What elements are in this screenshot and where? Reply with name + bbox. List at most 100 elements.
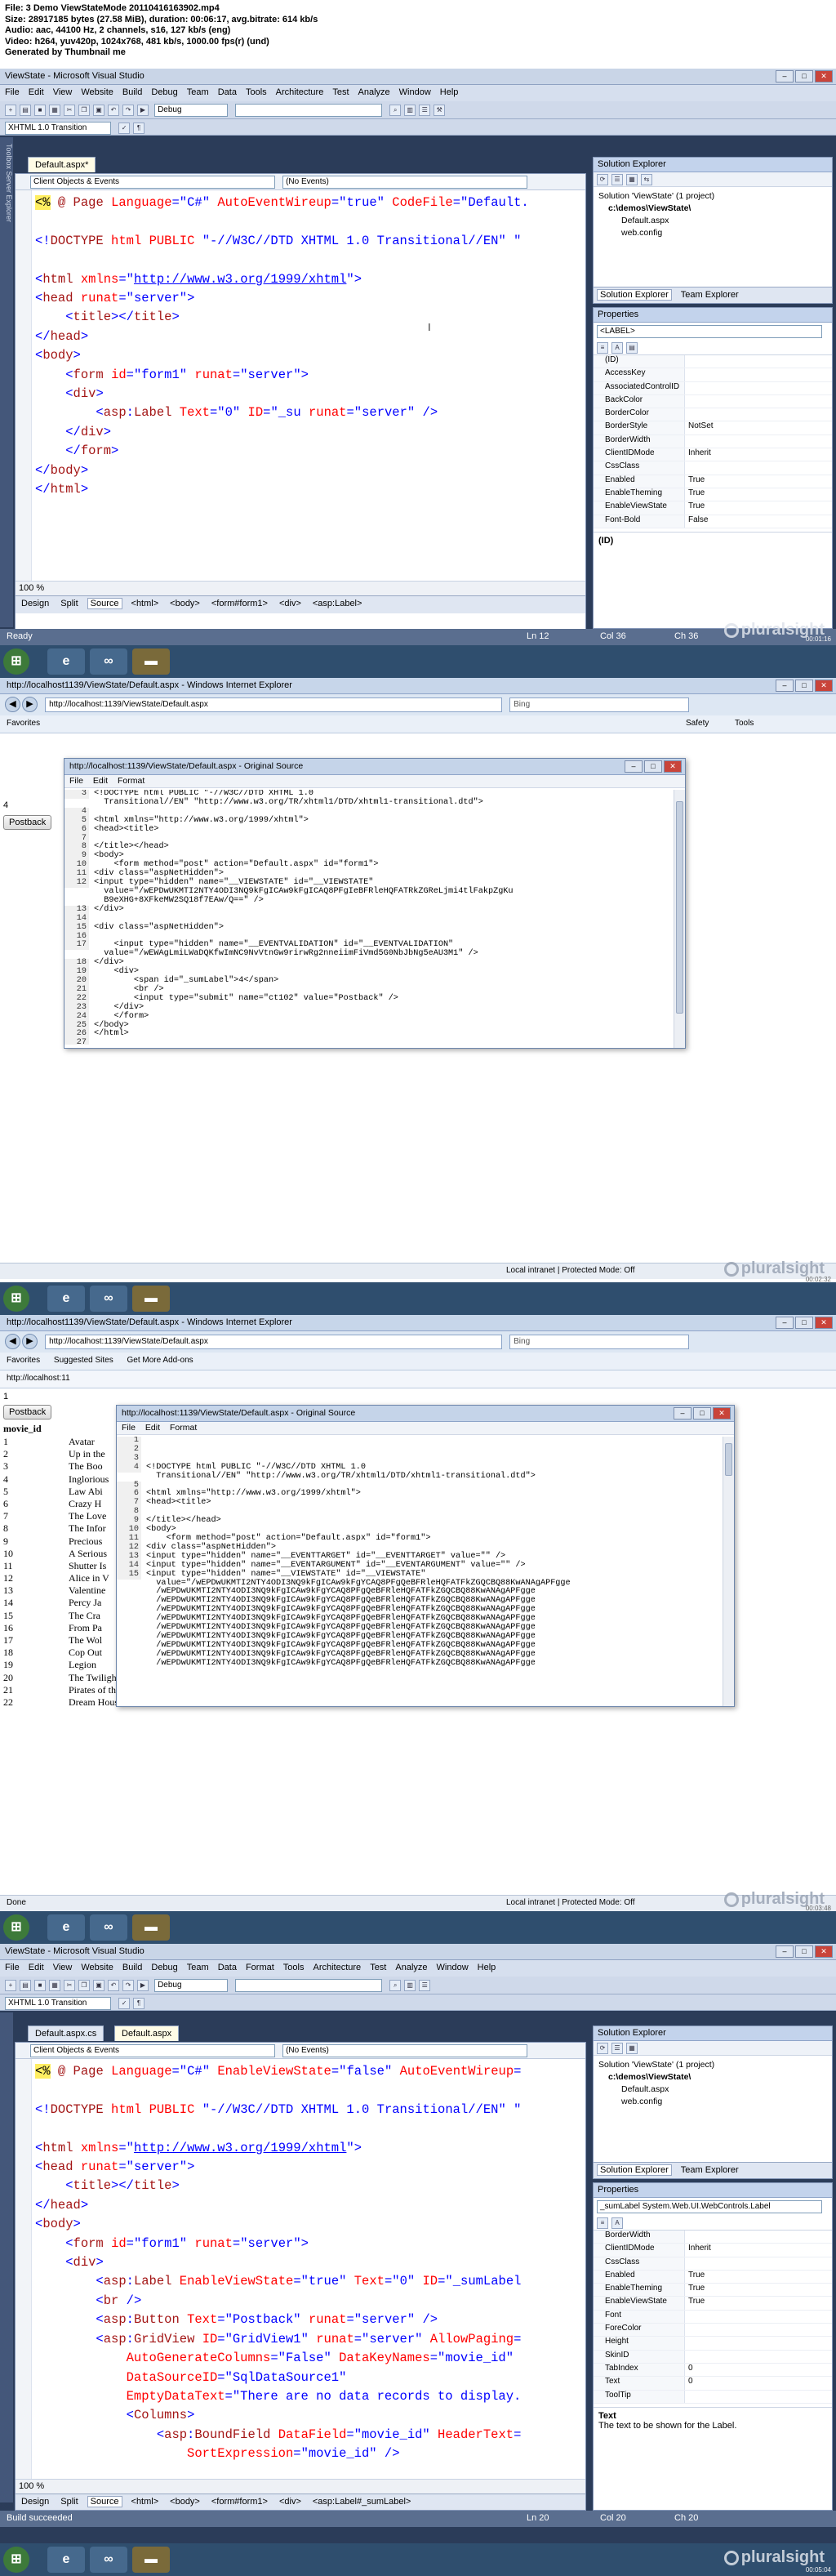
config-select[interactable]: Debug: [154, 1979, 229, 1992]
project-node[interactable]: c:\demos\ViewState\: [598, 203, 827, 215]
events-select[interactable]: (No Events): [282, 176, 528, 189]
breadcrumb-item[interactable]: <div>: [277, 2497, 304, 2507]
address-bar[interactable]: http://localhost:1139/ViewState/Default.…: [45, 1334, 503, 1349]
property-value[interactable]: [685, 461, 832, 474]
property-value[interactable]: [685, 382, 832, 394]
categorized-icon[interactable]: ≡: [597, 2217, 608, 2229]
taskbar-explorer-icon[interactable]: ▬: [132, 1914, 170, 1941]
platform-select[interactable]: [235, 1979, 383, 1992]
property-value[interactable]: True: [685, 475, 832, 488]
menu-item-file[interactable]: File: [69, 776, 83, 786]
categorized-icon[interactable]: ≡: [597, 342, 608, 354]
format-icon[interactable]: ¶: [133, 1998, 145, 2009]
client-objects-select[interactable]: Client Objects & Events: [30, 2044, 275, 2057]
source-code[interactable]: <% @ Page Language="C#" AutoEventWireup=…: [35, 194, 580, 569]
start-button[interactable]: ⊞: [3, 1286, 29, 1312]
refresh-icon[interactable]: ⟳: [597, 2043, 608, 2054]
taskbar-ie-icon[interactable]: e: [47, 1286, 85, 1312]
property-row[interactable]: AssociatedControlID: [594, 381, 832, 395]
menu-item-website[interactable]: Website: [81, 87, 113, 97]
menu-item-test[interactable]: Test: [370, 1963, 386, 1972]
property-row[interactable]: CssClass: [594, 2257, 832, 2271]
property-row[interactable]: BackColor: [594, 394, 832, 409]
property-row[interactable]: BorderColor: [594, 408, 832, 422]
tab-solution-explorer[interactable]: Solution Explorer: [597, 289, 672, 301]
forward-icon[interactable]: ▶: [22, 697, 38, 712]
refresh-icon[interactable]: ⟳: [597, 174, 608, 185]
nest-icon[interactable]: ▦: [626, 174, 638, 185]
property-value[interactable]: Inherit: [685, 448, 832, 461]
menu-item-edit[interactable]: Edit: [145, 1423, 160, 1433]
minimize-button[interactable]: –: [776, 70, 794, 82]
property-value[interactable]: [685, 2257, 832, 2270]
menu-item-team[interactable]: Team: [187, 1963, 209, 1972]
undo-icon[interactable]: ↶: [108, 1980, 119, 1991]
start-debug-icon[interactable]: ▶: [137, 1980, 149, 1991]
start-button[interactable]: ⊞: [3, 648, 29, 675]
property-value[interactable]: [685, 2231, 832, 2243]
property-row[interactable]: EnableViewState True: [594, 501, 832, 515]
property-row[interactable]: TabIndex 0: [594, 2363, 832, 2378]
menu-item-analyze[interactable]: Analyze: [395, 1963, 427, 1972]
taskbar-explorer-icon[interactable]: ▬: [132, 648, 170, 675]
editor-hscroll[interactable]: 100 %: [16, 2479, 585, 2494]
tab-default-aspx[interactable]: Default.aspx*: [28, 157, 96, 172]
view-tab-split[interactable]: Split: [58, 2497, 80, 2507]
close-button[interactable]: ✕: [815, 680, 833, 692]
property-row[interactable]: ToolTip: [594, 2390, 832, 2404]
property-value[interactable]: Inherit: [685, 2244, 832, 2256]
menu-item-build[interactable]: Build: [122, 87, 142, 97]
minimize-button[interactable]: –: [776, 680, 794, 692]
start-button[interactable]: ⊞: [3, 2547, 29, 2573]
suggested-sites-link[interactable]: Suggested Sites: [54, 1356, 113, 1365]
minimize-button[interactable]: –: [674, 1407, 691, 1419]
menu-item-format[interactable]: Format: [170, 1423, 197, 1433]
property-value[interactable]: [685, 435, 832, 448]
start-debug-icon[interactable]: ▶: [137, 105, 149, 116]
view-tab-source[interactable]: Source: [87, 2496, 122, 2507]
menu-item-website[interactable]: Website: [81, 1963, 113, 1972]
taskbar-ie-icon[interactable]: e: [47, 1914, 85, 1941]
maximize-button[interactable]: □: [693, 1407, 711, 1419]
source-scrollbar[interactable]: [723, 1437, 734, 1706]
source-listing[interactable]: 1 2 3 4 <!DOCTYPE html PUBLIC "-//W3C//DTD X…: [117, 1437, 723, 1703]
get-addons-link[interactable]: Get More Add-ons: [127, 1356, 193, 1365]
new-project-icon[interactable]: +: [5, 1980, 16, 1991]
favorites-button[interactable]: Favorites: [7, 719, 40, 728]
menu-item-edit[interactable]: Edit: [29, 87, 44, 97]
open-icon[interactable]: ▤: [20, 105, 31, 116]
properties-icon[interactable]: ☰: [419, 105, 431, 116]
paste-icon[interactable]: ▣: [93, 105, 104, 116]
property-row[interactable]: CssClass: [594, 461, 832, 475]
undo-icon[interactable]: ↶: [108, 105, 119, 116]
property-row[interactable]: AccessKey: [594, 368, 832, 382]
file-node[interactable]: Default.aspx: [598, 215, 827, 227]
menu-item-format[interactable]: Format: [246, 1963, 274, 1972]
tab-default-aspx-cs[interactable]: Default.aspx.cs: [28, 2026, 104, 2041]
property-value[interactable]: 0: [685, 2364, 832, 2376]
property-value[interactable]: 0: [685, 2377, 832, 2389]
client-objects-select[interactable]: Client Objects & Events: [30, 176, 275, 189]
maximize-button[interactable]: □: [795, 70, 813, 82]
object-select[interactable]: _sumLabel System.Web.UI.WebControls.Labe…: [597, 2200, 822, 2213]
menu-item-format[interactable]: Format: [118, 776, 145, 786]
view-tab-split[interactable]: Split: [58, 599, 80, 608]
property-value[interactable]: [685, 2337, 832, 2349]
file-node[interactable]: web.config: [598, 2096, 827, 2108]
favorites-button[interactable]: Favorites: [7, 1356, 40, 1365]
property-value[interactable]: [685, 355, 832, 368]
search-box[interactable]: Bing: [509, 697, 690, 712]
search-box[interactable]: Bing: [509, 1334, 690, 1349]
property-row[interactable]: BorderStyle NotSet: [594, 421, 832, 435]
properties-icon[interactable]: ☰: [419, 1980, 431, 1991]
maximize-button[interactable]: □: [795, 1317, 813, 1329]
breadcrumb-item[interactable]: <asp:Label>: [310, 599, 365, 608]
menu-item-build[interactable]: Build: [122, 1963, 142, 1972]
config-select[interactable]: Debug: [154, 104, 229, 117]
validate-icon[interactable]: ✓: [118, 123, 131, 134]
schema-select[interactable]: XHTML 1.0 Transition: [5, 122, 111, 135]
alphabetical-icon[interactable]: A: [611, 2217, 623, 2229]
file-node[interactable]: Default.aspx: [598, 2084, 827, 2096]
property-row[interactable]: Font-Bold False: [594, 515, 832, 528]
solution-node[interactable]: Solution 'ViewState' (1 project): [598, 2059, 827, 2071]
